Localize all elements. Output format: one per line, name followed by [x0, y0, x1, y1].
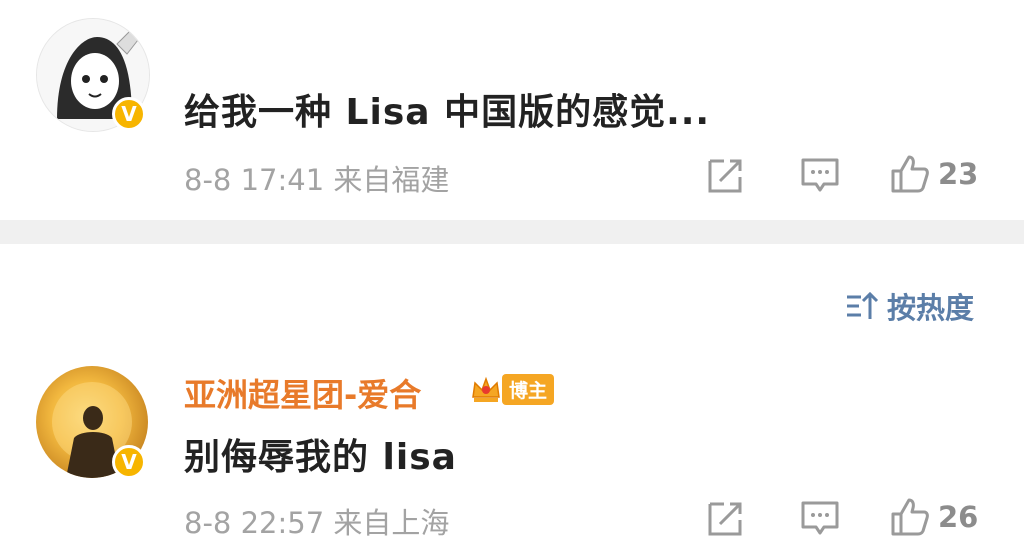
comment-time: 8-8 22:57: [184, 506, 325, 540]
comment-button[interactable]: [800, 155, 840, 199]
like-icon: [891, 498, 929, 536]
verified-badge: V: [112, 445, 146, 479]
blogger-tag: 博主: [502, 373, 555, 405]
comment-source: 来自福建: [333, 163, 450, 197]
verified-badge: V: [112, 97, 146, 131]
comment-text: 给我一种 Lisa 中国版的感觉...: [184, 92, 711, 133]
share-button[interactable]: [706, 155, 746, 199]
username[interactable]: 亚洲超星团-爱合: [184, 370, 421, 416]
comment-time: 8-8 17:41: [184, 163, 325, 197]
share-icon: [708, 502, 742, 536]
comment-source: 来自上海: [333, 506, 450, 540]
comment-text: 别侮辱我的 lisa: [184, 437, 457, 478]
like-count: 23: [938, 157, 979, 191]
like-icon: [891, 155, 929, 193]
comment-button[interactable]: [800, 498, 840, 542]
comment-meta: 8-8 17:41 来自福建: [184, 157, 449, 199]
sort-by-heat[interactable]: 按热度: [845, 285, 974, 327]
like-button[interactable]: 23: [890, 154, 978, 194]
share-button[interactable]: [706, 498, 746, 542]
like-count: 26: [938, 500, 979, 534]
share-icon: [708, 159, 742, 193]
like-button[interactable]: 26: [890, 497, 978, 537]
sort-icon: [847, 291, 879, 319]
crown-icon: [472, 376, 500, 402]
comment-meta: 8-8 22:57 来自上海: [184, 500, 449, 542]
blogger-badge: 博主: [470, 372, 555, 406]
comment-icon: [801, 501, 839, 535]
section-divider: [0, 220, 1024, 244]
sort-label: 按热度: [887, 291, 975, 325]
comment-icon: [801, 158, 839, 192]
